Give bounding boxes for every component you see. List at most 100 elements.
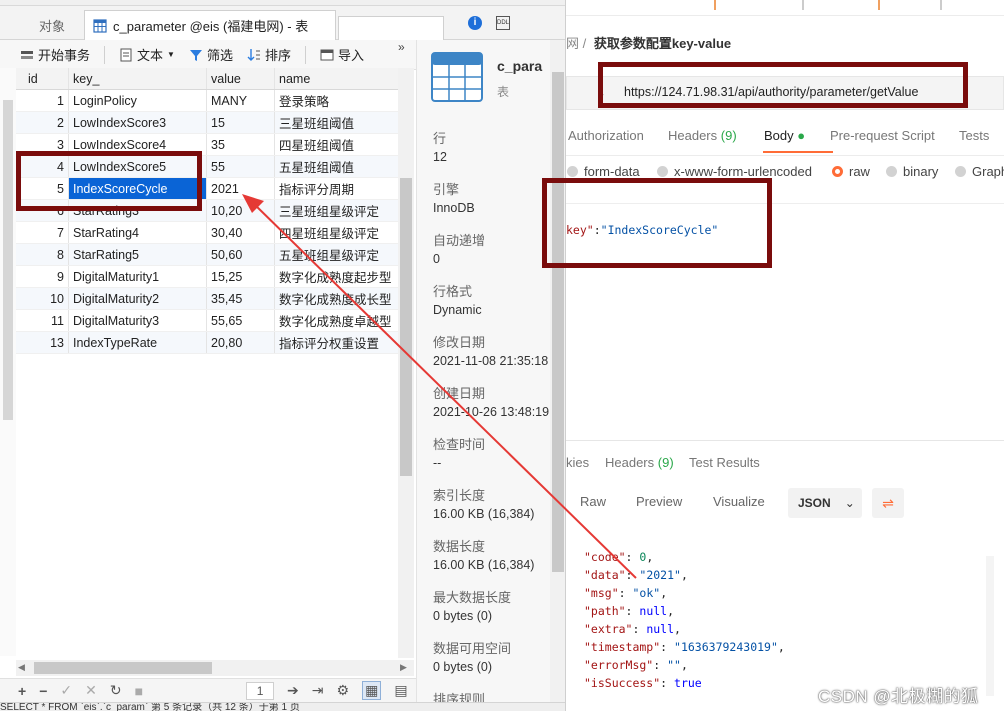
props-vertical-scroll-thumb[interactable] — [552, 72, 564, 572]
begin-transaction-button[interactable]: 开始事务 — [20, 45, 90, 64]
cell-id[interactable]: 7 — [16, 226, 68, 240]
cell-name[interactable]: 数字化成熟度起步型 — [274, 266, 398, 287]
stop-icon[interactable]: ■ — [135, 683, 143, 699]
response-divider[interactable] — [566, 440, 1004, 441]
cell-key[interactable]: IndexTypeRate — [68, 332, 206, 353]
radio-form-data[interactable]: form-data — [567, 164, 640, 179]
cell-id[interactable]: 4 — [16, 160, 68, 174]
cell-key[interactable]: StarRating5 — [68, 244, 206, 265]
request-body-editor[interactable]: key":"IndexScoreCycle" — [566, 223, 718, 237]
table-row[interactable]: 5 IndexScoreCycle 2021 指标评分周期 — [16, 178, 398, 200]
response-scrollbar[interactable] — [986, 556, 994, 696]
cell-value[interactable]: 35,45 — [206, 288, 274, 309]
cell-key[interactable]: DigitalMaturity1 — [68, 266, 206, 287]
cell-value[interactable]: 15 — [206, 112, 274, 133]
cell-name[interactable]: 四星班组阈值 — [274, 134, 398, 155]
radio-raw[interactable]: raw — [832, 164, 870, 179]
ddl-icon[interactable]: DDL — [496, 16, 510, 30]
cell-value[interactable]: 30,40 — [206, 222, 274, 243]
last-page-icon[interactable]: ⇥ — [312, 682, 324, 699]
wrap-lines-button[interactable]: ⇌ — [872, 488, 904, 518]
cell-id[interactable]: 1 — [16, 94, 68, 108]
cell-value[interactable]: 20,80 — [206, 332, 274, 353]
page-number-input[interactable]: 1 — [246, 681, 275, 700]
cell-name[interactable]: 三星班组阈值 — [274, 112, 398, 133]
table-row[interactable]: 9 DigitalMaturity1 15,25 数字化成熟度起步型 — [16, 266, 398, 288]
cell-id[interactable]: 8 — [16, 248, 68, 262]
cell-id[interactable]: 9 — [16, 270, 68, 284]
scroll-left-arrow-icon[interactable]: ◀ — [18, 662, 30, 674]
cell-id[interactable]: 13 — [16, 336, 68, 350]
cell-key[interactable]: DigitalMaturity2 — [68, 288, 206, 309]
grid-view-icon[interactable]: ▦ — [362, 681, 382, 700]
overflow-chevron-icon[interactable]: » — [398, 40, 405, 54]
tab-response-headers[interactable]: Headers (9) — [605, 455, 674, 470]
tab-authorization[interactable]: Authorization — [568, 128, 644, 143]
table-row[interactable]: 13 IndexTypeRate 20,80 指标评分权重设置 — [16, 332, 398, 354]
table-row[interactable]: 3 LowIndexScore4 35 四星班组阈值 — [16, 134, 398, 156]
table-row[interactable]: 8 StarRating5 50,60 五星班组星级评定 — [16, 244, 398, 266]
column-header-id[interactable]: id — [16, 72, 68, 86]
next-page-icon[interactable]: ➔ — [287, 682, 299, 699]
request-title[interactable]: 获取参数配置key-value — [594, 36, 731, 51]
cell-id[interactable]: 3 — [16, 138, 68, 152]
tab-headers[interactable]: Headers (9) — [668, 128, 737, 143]
format-preview[interactable]: Preview — [636, 494, 682, 509]
refresh-icon[interactable]: ↻ — [110, 682, 122, 699]
table-row[interactable]: 2 LowIndexScore3 15 三星班组阈值 — [16, 112, 398, 134]
cell-id[interactable]: 2 — [16, 116, 68, 130]
discard-x-icon[interactable]: ✕ — [85, 682, 97, 699]
apply-check-icon[interactable]: ✓ — [60, 682, 72, 699]
tab-tests[interactable]: Tests — [959, 128, 989, 143]
tab-test-results[interactable]: Test Results — [689, 455, 760, 470]
cell-value[interactable]: MANY — [206, 90, 274, 111]
table-row[interactable]: 1 LoginPolicy MANY 登录策略 — [16, 90, 398, 112]
radio-binary[interactable]: binary — [886, 164, 938, 179]
grid-horizontal-scroll-thumb[interactable] — [34, 662, 212, 674]
method-chevron-down-icon[interactable]: ⌄ — [596, 86, 606, 100]
cell-name[interactable]: 五星班组阈值 — [274, 156, 398, 177]
delete-record-icon[interactable]: − — [39, 683, 47, 699]
breadcrumb-parent[interactable]: 网 / — [566, 36, 586, 51]
info-icon[interactable]: i — [468, 16, 482, 30]
settings-gear-icon[interactable]: ⚙ — [337, 682, 350, 699]
cell-value[interactable]: 55 — [206, 156, 274, 177]
cell-key[interactable]: LowIndexScore4 — [68, 134, 206, 155]
tab-prerequest-script[interactable]: Pre-request Script — [830, 128, 935, 143]
cell-key[interactable]: LoginPolicy — [68, 90, 206, 111]
cell-value[interactable]: 10,20 — [206, 200, 274, 221]
cell-key[interactable]: LowIndexScore3 — [68, 112, 206, 133]
table-row[interactable]: 11 DigitalMaturity3 55,65 数字化成熟度卓越型 — [16, 310, 398, 332]
radio-urlencoded[interactable]: x-www-form-urlencoded — [657, 164, 812, 179]
grid-vertical-scroll-thumb[interactable] — [400, 178, 412, 476]
cell-key[interactable]: StarRating3 — [68, 200, 206, 221]
cell-id[interactable]: 6 — [16, 204, 68, 218]
add-record-icon[interactable]: + — [18, 683, 26, 699]
filter-button[interactable]: 筛选 — [189, 45, 233, 64]
table-row[interactable]: 10 DigitalMaturity2 35,45 数字化成熟度成长型 — [16, 288, 398, 310]
tab-cookies[interactable]: kies — [566, 455, 589, 470]
form-view-icon[interactable]: ▤ — [394, 682, 407, 699]
cell-name[interactable]: 登录策略 — [274, 90, 398, 111]
cell-name[interactable]: 数字化成熟度卓越型 — [274, 310, 398, 331]
cell-key[interactable]: IndexScoreCycle — [68, 178, 206, 199]
tab-table[interactable]: c_parameter @eis (福建电网) - 表 — [84, 10, 336, 40]
format-visualize[interactable]: Visualize — [713, 494, 765, 509]
cell-key[interactable]: DigitalMaturity3 — [68, 310, 206, 331]
cell-name[interactable]: 五星班组星级评定 — [274, 244, 398, 265]
cell-value[interactable]: 55,65 — [206, 310, 274, 331]
cell-value[interactable]: 35 — [206, 134, 274, 155]
column-header-value[interactable]: value — [206, 68, 274, 89]
language-select[interactable]: JSON ⌄ — [788, 488, 862, 518]
cell-name[interactable]: 指标评分周期 — [274, 178, 398, 199]
sort-button[interactable]: 排序 — [247, 45, 291, 64]
cell-name[interactable]: 数字化成熟度成长型 — [274, 288, 398, 309]
cell-id[interactable]: 5 — [16, 182, 68, 196]
cell-name[interactable]: 指标评分权重设置 — [274, 332, 398, 353]
cell-value[interactable]: 50,60 — [206, 244, 274, 265]
cell-key[interactable]: StarRating4 — [68, 222, 206, 243]
cell-key[interactable]: LowIndexScore5 — [68, 156, 206, 177]
tab-body[interactable]: Body ● — [764, 128, 805, 143]
column-header-name[interactable]: name — [274, 68, 398, 89]
format-raw[interactable]: Raw — [580, 494, 606, 509]
